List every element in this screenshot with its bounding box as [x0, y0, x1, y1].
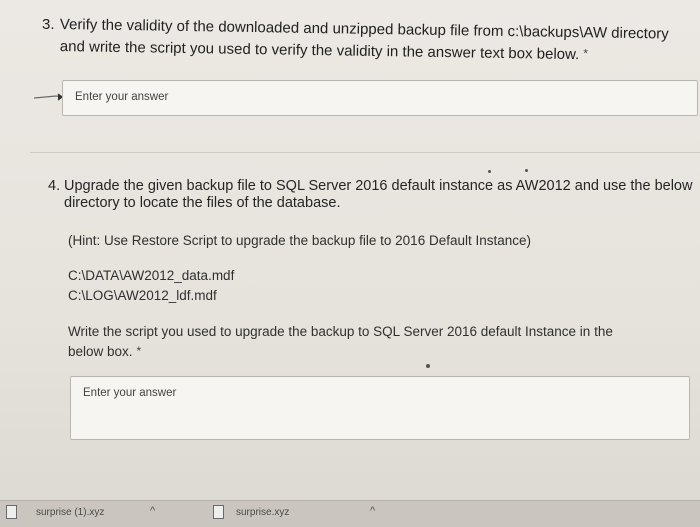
download-item-1[interactable]: surprise (1).xyz	[36, 507, 104, 518]
q4-sub-line2: below box. *	[68, 344, 141, 359]
stray-dot	[488, 170, 491, 173]
file-icon	[213, 505, 224, 519]
q4-number: 4.	[48, 178, 61, 194]
q3-number: 3.	[42, 16, 55, 33]
q3-answer-placeholder: Enter your answer	[75, 91, 169, 103]
q3-question-text-2: and write the script you used to verify …	[59, 38, 580, 64]
chevron-up-icon[interactable]: ^	[150, 505, 155, 517]
q4-answer-input[interactable]: Enter your answer	[70, 376, 690, 440]
q4-sub-text-2: below box.	[68, 344, 133, 359]
question-divider	[30, 152, 700, 153]
q4-hint: (Hint: Use Restore Script to upgrade the…	[68, 233, 532, 248]
form-page: 3. Verify the validity of the downloaded…	[0, 0, 700, 527]
q4-path-data: C:\DATA\AW2012_data.mdf	[68, 268, 235, 283]
cursor-mark-icon	[34, 93, 64, 101]
q4-sub-text-1: Write the script you used to upgrade the…	[68, 324, 613, 339]
download-item-2[interactable]: surprise.xyz	[236, 507, 289, 518]
download-bar: surprise (1).xyz ^ surprise.xyz ^	[0, 500, 700, 527]
stray-dot	[426, 364, 430, 368]
q3-required-mark: *	[583, 46, 589, 61]
chevron-up-icon[interactable]: ^	[370, 505, 375, 517]
q3-question-line2: and write the script you used to verify …	[60, 38, 588, 63]
q4-path-log: C:\LOG\AW2012_ldf.mdf	[68, 288, 217, 303]
q4-question-text-2: directory to locate the files of the dat…	[64, 195, 341, 211]
file-icon	[6, 505, 17, 519]
q4-answer-placeholder: Enter your answer	[83, 387, 177, 399]
q3-answer-input[interactable]: Enter your answer	[62, 80, 698, 116]
stray-dot	[525, 169, 528, 172]
q4-required-mark: *	[136, 344, 142, 358]
